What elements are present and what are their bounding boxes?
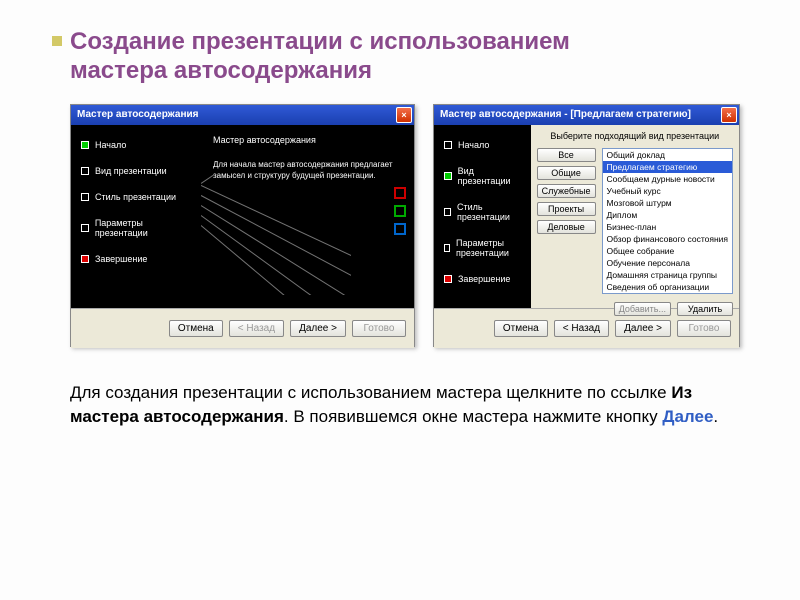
cancel-button[interactable]: Отмена bbox=[169, 320, 223, 337]
slide: Создание презентации с использованием ма… bbox=[0, 0, 800, 600]
slide-caption: Для создания презентации с использование… bbox=[70, 381, 740, 430]
square-icon bbox=[394, 223, 406, 235]
cancel-button[interactable]: Отмена bbox=[494, 320, 548, 337]
list-item[interactable]: Обучение персонала bbox=[603, 257, 733, 269]
nav-step-view: Вид презентации bbox=[81, 166, 195, 176]
category-buttons: Все Общие Служебные Проекты Деловые bbox=[537, 148, 596, 294]
titlebar-2: Мастер автосодержания - [Предлагаем стра… bbox=[434, 105, 739, 125]
nav-step-start: Начало bbox=[444, 140, 525, 150]
square-icon bbox=[394, 187, 406, 199]
list-item[interactable]: Бизнес-план bbox=[603, 221, 733, 233]
wizard1-content: Мастер автосодержания Для начала мастер … bbox=[201, 125, 414, 308]
wizard-window-1: Мастер автосодержания × Начало Вид презе… bbox=[70, 104, 415, 347]
next-button[interactable]: Далее > bbox=[615, 320, 671, 337]
nav-step-view: Вид презентации bbox=[444, 166, 525, 186]
caption-text-a: Для создания презентации с использование… bbox=[70, 383, 671, 402]
square-icon bbox=[81, 255, 89, 263]
screenshot-row: Мастер автосодержания × Начало Вид презе… bbox=[70, 104, 740, 347]
next-button[interactable]: Далее > bbox=[290, 320, 346, 337]
wizard2-nav: Начало Вид презентации Стиль презентации… bbox=[434, 125, 531, 308]
caption-bold-next: Далее bbox=[662, 407, 713, 426]
list-item[interactable]: Диплом bbox=[603, 209, 733, 221]
category-button-general[interactable]: Общие bbox=[537, 166, 596, 180]
slide-title: Создание презентации с использованием ма… bbox=[70, 28, 740, 86]
window1-title: Мастер автосодержания bbox=[77, 109, 198, 120]
list-item[interactable]: Общее собрание bbox=[603, 245, 733, 257]
square-icon bbox=[444, 172, 452, 180]
square-icon bbox=[444, 141, 452, 149]
window2-body: Начало Вид презентации Стиль презентации… bbox=[434, 125, 739, 308]
wizard1-nav: Начало Вид презентации Стиль презентации… bbox=[71, 125, 201, 308]
window2-title: Мастер автосодержания - [Предлагаем стра… bbox=[440, 109, 691, 120]
list-item[interactable]: Общий доклад bbox=[603, 149, 733, 161]
square-icon bbox=[444, 275, 452, 283]
nav-step-start: Начало bbox=[81, 140, 195, 150]
titlebar-1: Мастер автосодержания × bbox=[71, 105, 414, 125]
square-icon bbox=[81, 141, 89, 149]
nav-step-style: Стиль презентации bbox=[81, 192, 195, 202]
wizard2-content: Выберите подходящий вид презентации Все … bbox=[531, 125, 739, 308]
nav-step-params: Параметры презентации bbox=[81, 218, 195, 238]
back-button[interactable]: < Назад bbox=[554, 320, 609, 337]
list-item[interactable]: Обзор финансового состояния bbox=[603, 233, 733, 245]
list-item[interactable]: Предлагаем стратегию bbox=[603, 161, 733, 173]
caption-text-c: . bbox=[713, 407, 718, 426]
square-icon bbox=[394, 205, 406, 217]
finish-button[interactable]: Готово bbox=[352, 320, 406, 337]
list-item[interactable]: Сведения об организации bbox=[603, 281, 733, 293]
close-icon[interactable]: × bbox=[721, 107, 737, 123]
list-item[interactable]: Учебный курс bbox=[603, 185, 733, 197]
decorative-squares bbox=[394, 187, 406, 241]
list-item[interactable]: Мозговой штурм bbox=[603, 197, 733, 209]
title-line1: Создание презентации с использованием bbox=[70, 28, 740, 57]
template-listbox[interactable]: Общий докладПредлагаем стратегиюСообщаем… bbox=[602, 148, 734, 294]
category-button-business[interactable]: Деловые bbox=[537, 220, 596, 234]
category-button-projects[interactable]: Проекты bbox=[537, 202, 596, 216]
caption-text-b: . В появившемся окне мастера нажмите кно… bbox=[284, 407, 662, 426]
title-line2: мастера автосодержания bbox=[70, 57, 740, 86]
square-icon bbox=[444, 208, 451, 216]
square-icon bbox=[81, 167, 89, 175]
square-icon bbox=[444, 244, 450, 252]
wizard1-footer: Отмена < Назад Далее > Готово bbox=[71, 308, 414, 348]
title-bullet bbox=[52, 36, 62, 46]
list-item[interactable]: Сообщаем дурные новости bbox=[603, 173, 733, 185]
prompt-label: Выберите подходящий вид презентации bbox=[537, 131, 733, 142]
add-button[interactable]: Добавить... bbox=[614, 302, 671, 316]
window1-body: Начало Вид презентации Стиль презентации… bbox=[71, 125, 414, 308]
wizard-window-2: Мастер автосодержания - [Предлагаем стра… bbox=[433, 104, 740, 347]
square-icon bbox=[81, 193, 89, 201]
nav-step-params: Параметры презентации bbox=[444, 238, 525, 258]
panel-heading: Мастер автосодержания bbox=[213, 135, 402, 145]
finish-button[interactable]: Готово bbox=[677, 320, 731, 337]
back-button[interactable]: < Назад bbox=[229, 320, 284, 337]
square-icon bbox=[81, 224, 89, 232]
close-icon[interactable]: × bbox=[396, 107, 412, 123]
list-item[interactable]: Домашняя страница группы bbox=[603, 269, 733, 281]
decorative-lines bbox=[201, 175, 351, 295]
category-button-all[interactable]: Все bbox=[537, 148, 596, 162]
nav-step-finish: Завершение bbox=[81, 254, 195, 264]
nav-step-finish: Завершение bbox=[444, 274, 525, 284]
nav-step-style: Стиль презентации bbox=[444, 202, 525, 222]
category-button-service[interactable]: Служебные bbox=[537, 184, 596, 198]
remove-button[interactable]: Удалить bbox=[677, 302, 733, 316]
